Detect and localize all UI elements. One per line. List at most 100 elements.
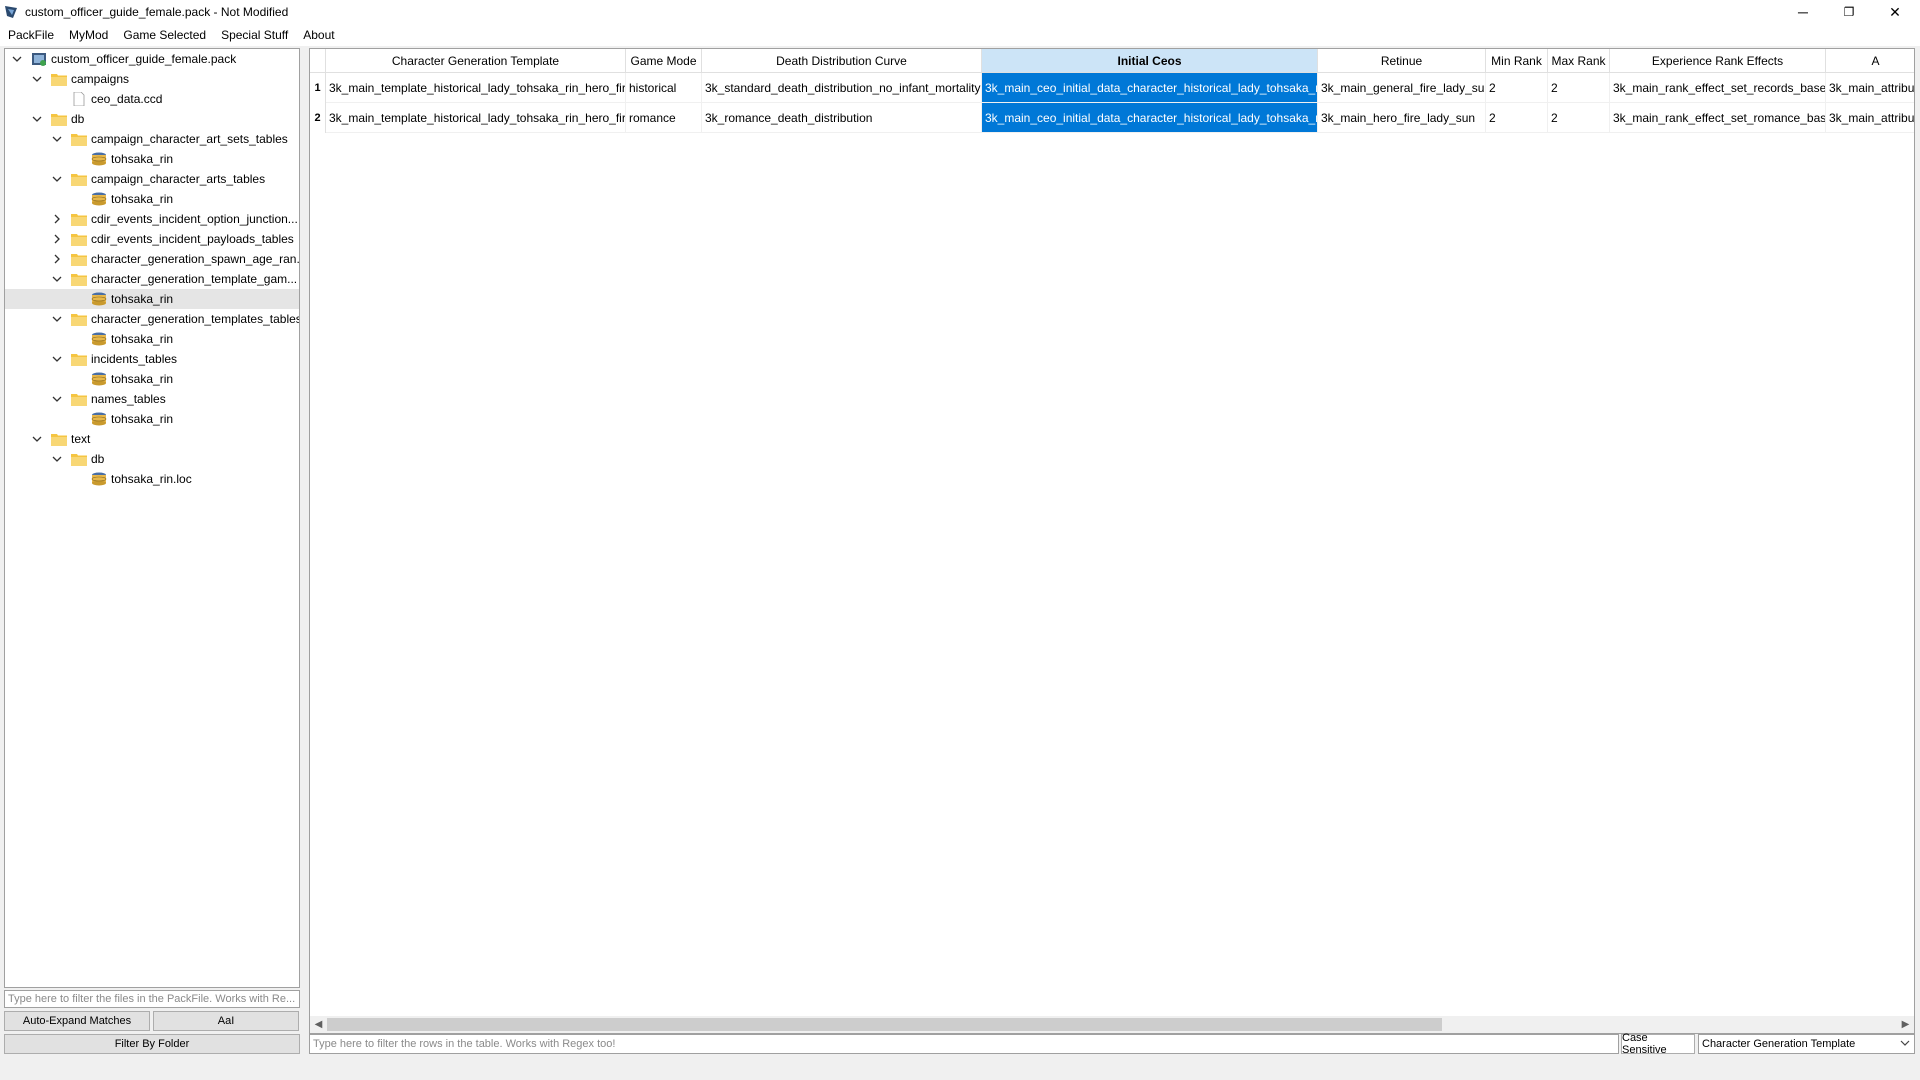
chevron-down-icon[interactable]: [31, 113, 43, 125]
tree-item[interactable]: tohsaka_rin: [5, 189, 299, 209]
column-header[interactable]: Game Mode: [626, 49, 702, 73]
scrollbar-thumb[interactable]: [327, 1018, 1442, 1031]
case-sensitive-button[interactable]: Case Sensitive: [1621, 1032, 1695, 1056]
chevron-down-icon[interactable]: [31, 73, 43, 85]
tree-item-label: db: [91, 452, 105, 466]
tree-item[interactable]: db: [5, 109, 299, 129]
tree-item[interactable]: db: [5, 449, 299, 469]
column-header[interactable]: Character Generation Template: [326, 49, 626, 73]
table-cell[interactable]: 3k_main_template_historical_lady_tohsaka…: [326, 103, 626, 133]
menu-about[interactable]: About: [303, 28, 334, 42]
tree-item[interactable]: tohsaka_rin: [5, 409, 299, 429]
column-header[interactable]: Experience Rank Effects: [1610, 49, 1826, 73]
case-sensitive-toggle[interactable]: AaI: [153, 1011, 299, 1031]
table-cell[interactable]: 3k_main_rank_effect_set_records_base: [1610, 73, 1826, 103]
table-cell[interactable]: romance: [626, 103, 702, 133]
table-cell[interactable]: 2: [1548, 103, 1610, 133]
table-cell[interactable]: 3k_standard_death_distribution_no_infant…: [702, 73, 982, 103]
tree-item-label: incidents_tables: [91, 352, 178, 366]
chevron-down-icon[interactable]: [51, 393, 63, 405]
column-header[interactable]: Max Rank: [1548, 49, 1610, 73]
column-header[interactable]: Initial Ceos: [982, 49, 1318, 73]
table-cell[interactable]: 2: [1548, 73, 1610, 103]
packfile-filter-input[interactable]: Type here to filter the files in the Pac…: [4, 990, 300, 1008]
tree-item[interactable]: character_generation_spawn_age_ran...: [5, 249, 299, 269]
close-button[interactable]: ✕: [1872, 0, 1918, 24]
table-cell[interactable]: 3k_main_template_historical_lady_tohsaka…: [326, 73, 626, 103]
tree-item[interactable]: incidents_tables: [5, 349, 299, 369]
tree-item[interactable]: tohsaka_rin: [5, 369, 299, 389]
tree-item[interactable]: campaign_character_arts_tables: [5, 169, 299, 189]
tree-item-label: campaign_character_arts_tables: [91, 172, 266, 186]
tree-item[interactable]: names_tables: [5, 389, 299, 409]
auto-expand-matches-button[interactable]: Auto-Expand Matches: [4, 1011, 150, 1031]
table-cell[interactable]: 3k_main_general_fire_lady_sun: [1318, 73, 1486, 103]
table-corner[interactable]: [310, 49, 326, 73]
scroll-right-icon[interactable]: ▶: [1897, 1016, 1914, 1033]
folder-icon: [71, 252, 87, 266]
tree-item[interactable]: custom_officer_guide_female.pack: [5, 49, 299, 69]
minimize-button[interactable]: ─: [1780, 0, 1826, 24]
table-cell[interactable]: 3k_main_ceo_initial_data_character_histo…: [982, 73, 1318, 103]
table-cell[interactable]: 2: [1486, 73, 1548, 103]
filter-by-folder-button[interactable]: Filter By Folder: [4, 1034, 300, 1054]
chevron-right-icon[interactable]: [51, 233, 63, 245]
tree-item[interactable]: campaigns: [5, 69, 299, 89]
table-cell[interactable]: 3k_main_attribute: [1826, 73, 1914, 103]
chevron-right-icon[interactable]: [51, 253, 63, 265]
menu-mymod[interactable]: MyMod: [69, 28, 108, 42]
app-icon: [5, 6, 17, 18]
db-table[interactable]: ◀ ▶ Character Generation Template Game Mo…: [309, 48, 1915, 1034]
menu-special-stuff[interactable]: Special Stuff: [221, 28, 288, 42]
chevron-down-icon[interactable]: [51, 273, 63, 285]
column-header[interactable]: Death Distribution Curve: [702, 49, 982, 73]
tree-item[interactable]: cdir_events_incident_payloads_tables: [5, 229, 299, 249]
tree-item-label: tohsaka_rin: [111, 292, 174, 306]
row-number[interactable]: 2: [310, 103, 326, 133]
chevron-down-icon[interactable]: [51, 353, 63, 365]
chevron-down-icon[interactable]: [51, 173, 63, 185]
scroll-left-icon[interactable]: ◀: [310, 1016, 327, 1033]
tree-item-label: tohsaka_rin: [111, 332, 174, 346]
tree-item[interactable]: tohsaka_rin: [5, 289, 299, 309]
tree-item[interactable]: ceo_data.ccd: [5, 89, 299, 109]
column-header[interactable]: Retinue: [1318, 49, 1486, 73]
chevron-down-icon[interactable]: [11, 53, 23, 65]
chevron-down-icon[interactable]: [51, 453, 63, 465]
chevron-down-icon[interactable]: [51, 313, 63, 325]
packfile-tree[interactable]: custom_officer_guide_female.pack campaign…: [4, 48, 300, 988]
tree-item[interactable]: character_generation_template_gam...: [5, 269, 299, 289]
maximize-button[interactable]: ❐: [1826, 0, 1872, 24]
tree-item-label: campaign_character_art_sets_tables: [91, 132, 288, 146]
column-header[interactable]: Min Rank: [1486, 49, 1548, 73]
table-cell[interactable]: 3k_main_hero_fire_lady_sun: [1318, 103, 1486, 133]
menu-packfile[interactable]: PackFile: [8, 28, 54, 42]
table-cell[interactable]: 3k_romance_death_distribution: [702, 103, 982, 133]
table-cell[interactable]: historical: [626, 73, 702, 103]
chevron-right-icon[interactable]: [51, 213, 63, 225]
table-cell[interactable]: 2: [1486, 103, 1548, 133]
db-table-icon: [91, 472, 107, 486]
tree-item[interactable]: text: [5, 429, 299, 449]
table-cell[interactable]: 3k_main_ceo_initial_data_character_histo…: [982, 103, 1318, 133]
column-header[interactable]: A: [1826, 49, 1914, 73]
horizontal-scrollbar[interactable]: ◀ ▶: [310, 1016, 1914, 1033]
table-cell[interactable]: 3k_main_rank_effect_set_romance_base: [1610, 103, 1826, 133]
table-filter-input[interactable]: Type here to filter the rows in the tabl…: [309, 1034, 1619, 1054]
tree-item[interactable]: tohsaka_rin: [5, 149, 299, 169]
tree-item[interactable]: campaign_character_art_sets_tables: [5, 129, 299, 149]
table-cell[interactable]: 3k_main_attribute: [1826, 103, 1914, 133]
chevron-down-icon[interactable]: [31, 433, 43, 445]
tree-item-label: character_generation_template_gam...: [91, 272, 298, 286]
menu-game-selected[interactable]: Game Selected: [123, 28, 206, 42]
db-table-icon: [91, 412, 107, 426]
folder-icon: [51, 432, 67, 446]
row-number[interactable]: 1: [310, 73, 326, 103]
tree-item[interactable]: tohsaka_rin: [5, 329, 299, 349]
tree-item[interactable]: tohsaka_rin.loc: [5, 469, 299, 489]
filter-column-select[interactable]: Character Generation Template: [1698, 1034, 1915, 1054]
chevron-down-icon[interactable]: [51, 133, 63, 145]
tree-item[interactable]: character_generation_templates_tables: [5, 309, 299, 329]
tree-item[interactable]: cdir_events_incident_option_junction...: [5, 209, 299, 229]
tree-item-label: custom_officer_guide_female.pack: [51, 52, 237, 66]
